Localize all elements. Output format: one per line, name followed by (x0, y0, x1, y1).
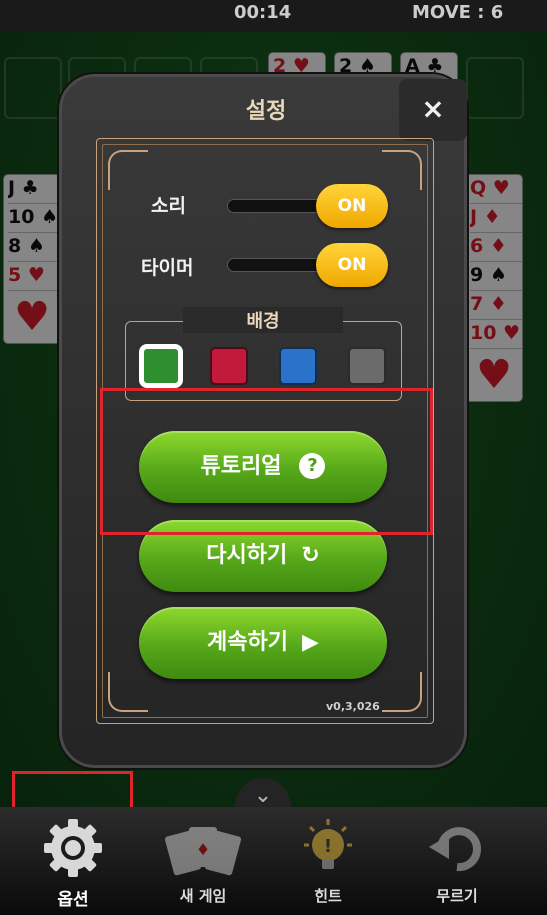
frame-corner (382, 150, 422, 190)
continue-button[interactable]: 계속하기 ▶ (139, 607, 387, 679)
gear-icon (44, 819, 102, 877)
background-label: 배경 (183, 307, 343, 333)
restart-label: 다시하기 (206, 543, 288, 568)
tab-undo-label: 무르기 (436, 887, 478, 905)
frame-corner (382, 672, 422, 712)
continue-label: 계속하기 (207, 630, 289, 655)
tab-options-label: 옵션 (57, 890, 89, 910)
background-swatch[interactable] (348, 347, 386, 385)
tab-new-game[interactable]: ♦ 새 게임 (138, 807, 268, 915)
version-label: v0,3,026 (326, 700, 380, 713)
background-swatch[interactable] (279, 347, 317, 385)
tab-new-game-label: 새 게임 (179, 887, 227, 905)
background-swatch[interactable] (210, 347, 248, 385)
svg-text:!: ! (324, 836, 332, 857)
undo-icon (429, 827, 481, 872)
play-icon: ▶ (302, 630, 319, 655)
bottom-nav: 옵션 ♦ 새 게임 ! 힌트 무르기 (0, 807, 547, 915)
sound-label: 소리 (151, 195, 186, 217)
frame-corner (108, 672, 148, 712)
timer-toggle[interactable]: ON (316, 243, 388, 287)
timer-label: 타이머 (141, 257, 194, 279)
close-button[interactable]: × (399, 79, 467, 141)
cards-icon: ♦ (164, 827, 242, 876)
lightbulb-icon: ! (304, 819, 352, 869)
move-counter: MOVE : 6 (412, 2, 504, 23)
highlight-box-tutorial (100, 388, 433, 535)
elapsed-time: 00:14 (234, 2, 292, 23)
status-bar: 00:14 MOVE : 6 (0, 0, 547, 32)
svg-text:♦: ♦ (196, 840, 210, 859)
tab-options[interactable]: 옵션 (8, 807, 138, 915)
sound-toggle[interactable]: ON (316, 184, 388, 228)
tab-undo[interactable]: 무르기 (392, 807, 522, 915)
frame-corner (108, 150, 148, 190)
tab-hint[interactable]: ! 힌트 (263, 807, 393, 915)
tab-hint-label: 힌트 (314, 887, 342, 905)
background-swatch[interactable] (142, 347, 180, 385)
